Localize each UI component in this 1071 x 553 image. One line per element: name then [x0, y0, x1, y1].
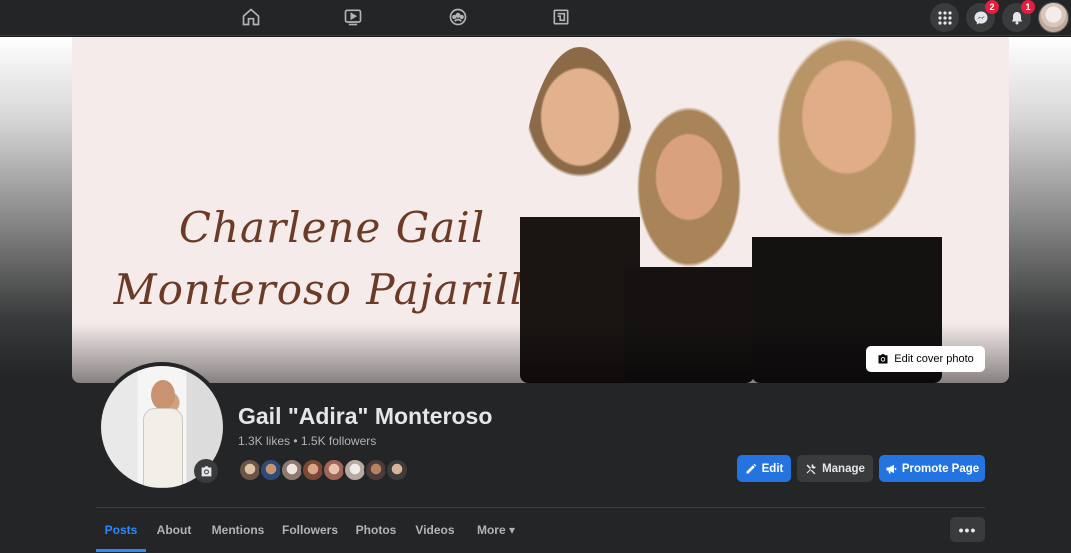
account-avatar[interactable] [1038, 2, 1069, 33]
tab-label: Posts [104, 523, 138, 537]
tab-label: Followers [281, 523, 338, 537]
edit-button-label: Edit [761, 462, 784, 475]
watch-icon[interactable] [342, 6, 364, 28]
edit-cover-photo-button[interactable]: Edit cover photo [866, 346, 985, 372]
profile-picture-head [151, 380, 175, 410]
tools-icon [806, 463, 816, 474]
more-options-button[interactable]: ••• [950, 517, 985, 542]
gaming-icon[interactable] [550, 6, 572, 28]
home-icon[interactable] [240, 6, 262, 28]
cover-title-line-1: Charlene Gail [178, 203, 486, 252]
tab-label: Mentions [211, 523, 265, 537]
tab-about[interactable]: About [150, 508, 198, 552]
megaphone-icon [886, 464, 897, 473]
promote-page-label: Promote Page [901, 462, 980, 475]
pencil-icon [746, 463, 756, 473]
top-navigation-bar: 2 1 [0, 0, 1071, 36]
messenger-button[interactable]: 2 [966, 0, 999, 32]
edit-button[interactable]: Edit [737, 455, 791, 482]
follower-avatar[interactable] [385, 458, 409, 482]
tab-label: About [156, 523, 192, 537]
tab-more[interactable]: More ▾ [468, 508, 524, 552]
page-title: Gail "Adira" Monteroso [238, 403, 493, 429]
camera-icon [201, 465, 211, 476]
update-profile-picture-button[interactable] [194, 459, 218, 483]
notifications-button[interactable]: 1 [1002, 0, 1035, 32]
promote-page-button[interactable]: Promote Page [879, 455, 985, 482]
groups-icon[interactable] [447, 6, 469, 28]
tab-posts[interactable]: Posts [96, 508, 146, 552]
more-options-label: ••• [958, 521, 977, 538]
messenger-badge: 2 [985, 0, 999, 14]
cover-photo[interactable]: Charlene Gail Monteroso Pajarillo [72, 37, 1009, 383]
tab-videos[interactable]: Videos [408, 508, 462, 552]
tab-followers[interactable]: Followers [278, 508, 342, 552]
manage-button[interactable]: Manage [797, 455, 873, 482]
tab-label: Photos [355, 523, 397, 537]
active-tab-indicator [96, 549, 146, 552]
menu-grid-icon[interactable] [930, 3, 959, 32]
camera-icon [878, 354, 888, 364]
cover-title-text: Charlene Gail Monteroso Pajarillo [112, 197, 552, 321]
manage-button-label: Manage [822, 462, 865, 475]
page-stats: 1.3K likes • 1.5K followers [238, 434, 377, 448]
profile-picture-body [143, 408, 183, 488]
tab-label: More ▾ [476, 523, 516, 537]
edit-cover-label: Edit cover photo [894, 353, 974, 365]
tab-label: Videos [415, 523, 455, 537]
tab-mentions[interactable]: Mentions [204, 508, 272, 552]
cover-title-line-2: Monteroso Pajarillo [113, 265, 551, 314]
tab-photos[interactable]: Photos [349, 508, 403, 552]
notifications-badge: 1 [1021, 0, 1035, 14]
